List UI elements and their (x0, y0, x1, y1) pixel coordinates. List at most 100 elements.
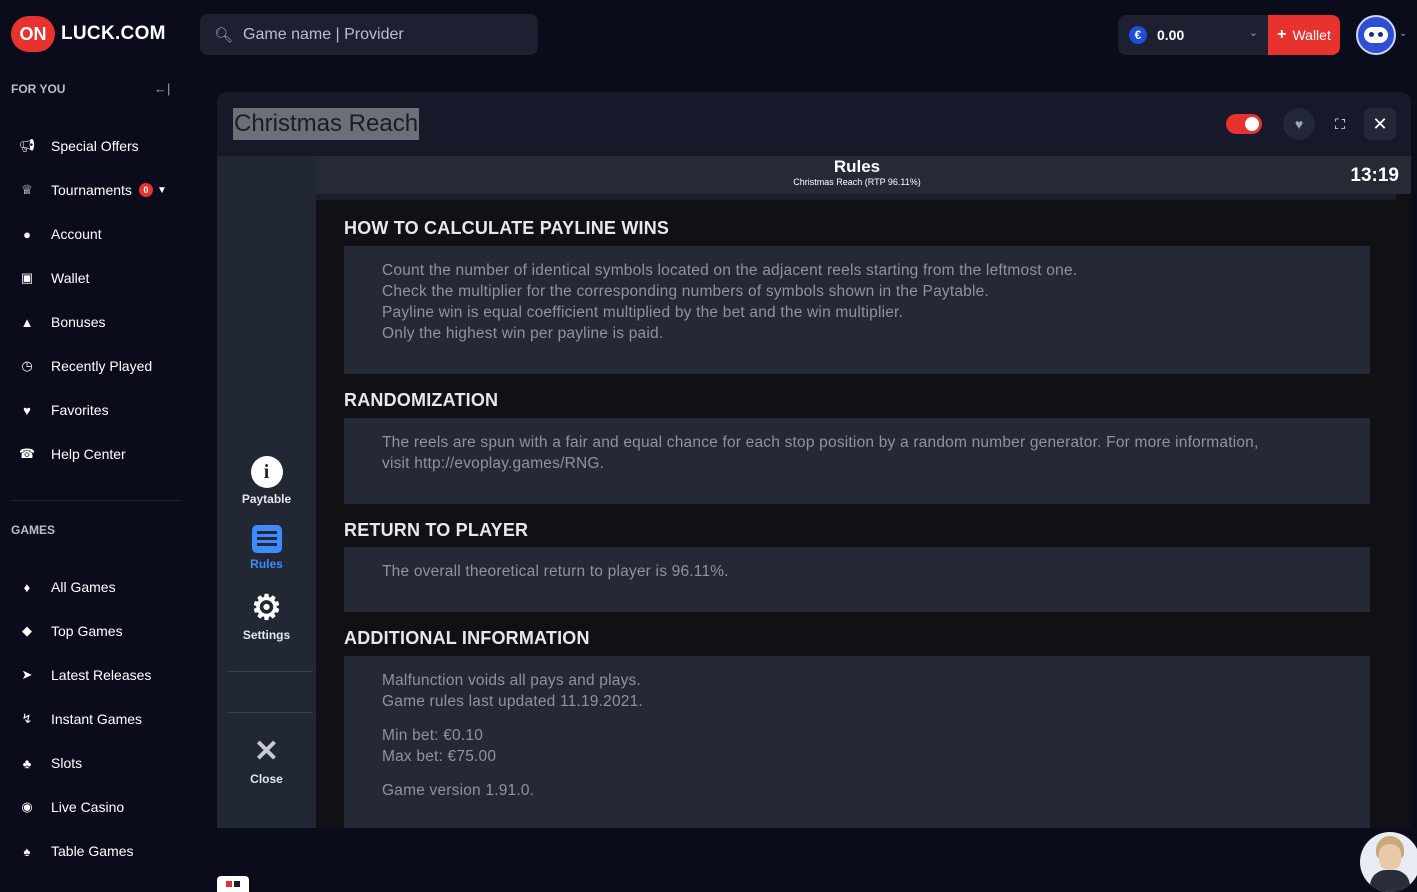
sidebar-item-slots[interactable]: ♣ Slots (18, 752, 82, 774)
sidebar-item-label: Slots (51, 755, 83, 771)
clock-icon: ◷ (21, 358, 33, 373)
section-body: The overall theoretical return to player… (344, 547, 1370, 612)
sidebar-item-wallet[interactable]: ▣ Wallet (18, 267, 90, 289)
balance-selector[interactable]: € 0.00 ⌄ (1118, 15, 1268, 55)
tab-dot (226, 881, 232, 887)
megaphone-icon: 📢︎ (18, 138, 36, 153)
settings-label: Settings (242, 628, 291, 642)
section-line: visit http://evoplay.games/RNG. (382, 455, 605, 472)
paytable-label: Paytable (241, 492, 292, 506)
fullscreen-button[interactable]: ⛶ (1324, 108, 1356, 140)
rocket-icon: ➤ (21, 667, 33, 682)
rules-top-edge (316, 194, 1396, 200)
sidebar-item-bonuses[interactable]: ▲ Bonuses (18, 311, 106, 333)
section-line: Game version 1.91.0. (382, 782, 535, 799)
section-title-games: GAMES (11, 523, 56, 537)
agent-face (1379, 844, 1401, 870)
section-body: Malfunction voids all pays and plays. Ga… (344, 656, 1370, 828)
section-line: Payline win is equal coefficient multipl… (382, 304, 904, 321)
sidebar-item-label: Recently Played (51, 358, 153, 374)
search-icon: 🔍︎ (214, 26, 234, 44)
wallet-button[interactable]: + Wallet (1268, 15, 1340, 55)
euro-icon: € (1129, 26, 1147, 44)
sidebar-item-label: Table Games (51, 843, 134, 859)
sidebar-item-label: Special Offers (51, 138, 139, 154)
sidebar-item-account[interactable]: ● Account (18, 223, 102, 245)
sidebar-item-instant-games[interactable]: ↯ Instant Games (18, 708, 143, 730)
sidebar-item-live-casino[interactable]: ◉ Live Casino (18, 796, 124, 818)
headset-icon: ☎ (18, 446, 36, 461)
rules-label: Rules (250, 557, 283, 571)
rules-title: Rules (833, 157, 881, 176)
sidebar-item-label: Account (51, 226, 102, 242)
sidebar-item-label: Bonuses (51, 314, 106, 330)
chevron-down-icon[interactable]: ⌄ (1399, 28, 1407, 39)
sidebar-item-favorites[interactable]: ♥ Favorites (18, 399, 109, 421)
game-tab-indicator[interactable] (217, 876, 249, 892)
section-title-for-you: FOR YOU (11, 82, 66, 96)
robot-icon (1364, 27, 1388, 43)
close-icon: ✕ (1372, 113, 1388, 134)
game-title: Christmas Reach (233, 108, 420, 140)
section-line: Only the highest win per payline is paid… (382, 325, 664, 342)
sidebar-item-label: Latest Releases (51, 667, 152, 683)
diamond-icon: ◆ (22, 623, 32, 638)
sidebar-item-all-games[interactable]: ♦ All Games (18, 576, 116, 598)
section-title: HOW TO CALCULATE PAYLINE WINS (344, 218, 670, 238)
logo[interactable]: ON LUCK.COM (11, 16, 166, 52)
search-bar[interactable]: 🔍︎ (200, 14, 538, 55)
tab-dot (234, 881, 240, 887)
close-menu-button[interactable]: ✕ Close (217, 736, 316, 787)
chevron-down-icon: ⌄ (1248, 27, 1258, 39)
sidebar-item-label: Favorites (51, 402, 109, 418)
section-line: Min bet: €0.10 (382, 727, 484, 744)
sidebar-item-label: All Games (51, 579, 116, 595)
section-body: The reels are spun with a fair and equal… (344, 418, 1370, 504)
support-agent-avatar[interactable] (1360, 832, 1417, 892)
section-title: RETURN TO PLAYER (344, 520, 529, 540)
wallet-button-label: Wallet (1292, 27, 1331, 43)
menu-divider (227, 712, 313, 713)
bag-icon: ▲ (20, 314, 34, 330)
section-body: Count the number of identical symbols lo… (344, 246, 1370, 374)
heart-icon: ♥ (1294, 116, 1304, 132)
close-game-button[interactable]: ✕ (1364, 108, 1396, 140)
sidebar-item-table-games[interactable]: ♠ Table Games (18, 840, 134, 862)
search-input[interactable] (243, 25, 524, 44)
paytable-button[interactable]: i Paytable (217, 456, 316, 506)
sidebar-item-label: Tournaments (51, 182, 132, 198)
fullscreen-icon: ⛶ (1335, 115, 1345, 132)
mode-toggle[interactable] (1226, 114, 1262, 134)
settings-button[interactable]: ⚙ Settings (217, 591, 316, 642)
chip-icon: ◉ (21, 799, 33, 814)
clock: 13:19 (1350, 165, 1399, 186)
rules-header: Rules Christmas Reach (RTP 96.11%) 13:19 (316, 156, 1411, 194)
avatar[interactable] (1356, 15, 1396, 55)
sidebar-item-recently-played[interactable]: ◷ Recently Played (18, 355, 152, 377)
close-label: Close (250, 772, 283, 786)
section-line: Game rules last updated 11.19.2021. (382, 693, 643, 710)
rules-button[interactable]: Rules (217, 525, 316, 571)
game-modal: Christmas Reach ♥ ⛶ ✕ i Paytable Rules ⚙… (217, 92, 1411, 828)
section-line: Check the multiplier for the correspondi… (382, 283, 989, 300)
favorite-button[interactable]: ♥ (1283, 108, 1315, 140)
heart-bookmark-icon: ♥ (23, 402, 31, 418)
rules-content[interactable]: HOW TO CALCULATE PAYLINE WINS Count the … (316, 194, 1411, 828)
lightning-icon: ↯ (21, 711, 33, 726)
collapse-sidebar-icon[interactable]: ←| (154, 81, 170, 96)
section-line: Max bet: €75.00 (382, 748, 497, 765)
rules-subtitle: Christmas Reach (RTP 96.11%) (793, 177, 921, 187)
sidebar-item-top-games[interactable]: ◆ Top Games (18, 620, 123, 642)
info-icon: i (250, 456, 283, 488)
balance-value: 0.00 (1157, 27, 1185, 43)
section-line: The reels are spun with a fair and equal… (382, 434, 1259, 451)
sidebar-item-label: Help Center (51, 446, 126, 462)
sidebar-item-latest-releases[interactable]: ➤ Latest Releases (18, 664, 152, 686)
sidebar-item-help-center[interactable]: ☎ Help Center (18, 443, 126, 465)
sidebar-item-special-offers[interactable]: 📢︎ Special Offers (18, 135, 139, 157)
agent-suit (1370, 870, 1410, 892)
game-menu-sidebar: i Paytable Rules ⚙ Settings ✕ Close (217, 156, 316, 828)
sidebar-item-tournaments[interactable]: ♕ Tournaments 0 ▼ (18, 179, 167, 201)
wallet-icon: ▣ (20, 270, 34, 285)
sidebar-item-label: Live Casino (51, 799, 125, 815)
